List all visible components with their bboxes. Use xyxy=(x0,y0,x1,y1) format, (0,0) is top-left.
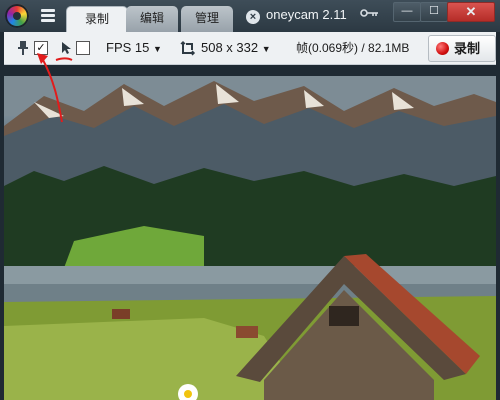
oneycam-window: 录制 编辑 管理 × oneycam 2.11 — ☐ ✕ ✓ FPS 15 ▼… xyxy=(0,0,500,400)
annotation-arrow-overlay xyxy=(37,53,73,123)
